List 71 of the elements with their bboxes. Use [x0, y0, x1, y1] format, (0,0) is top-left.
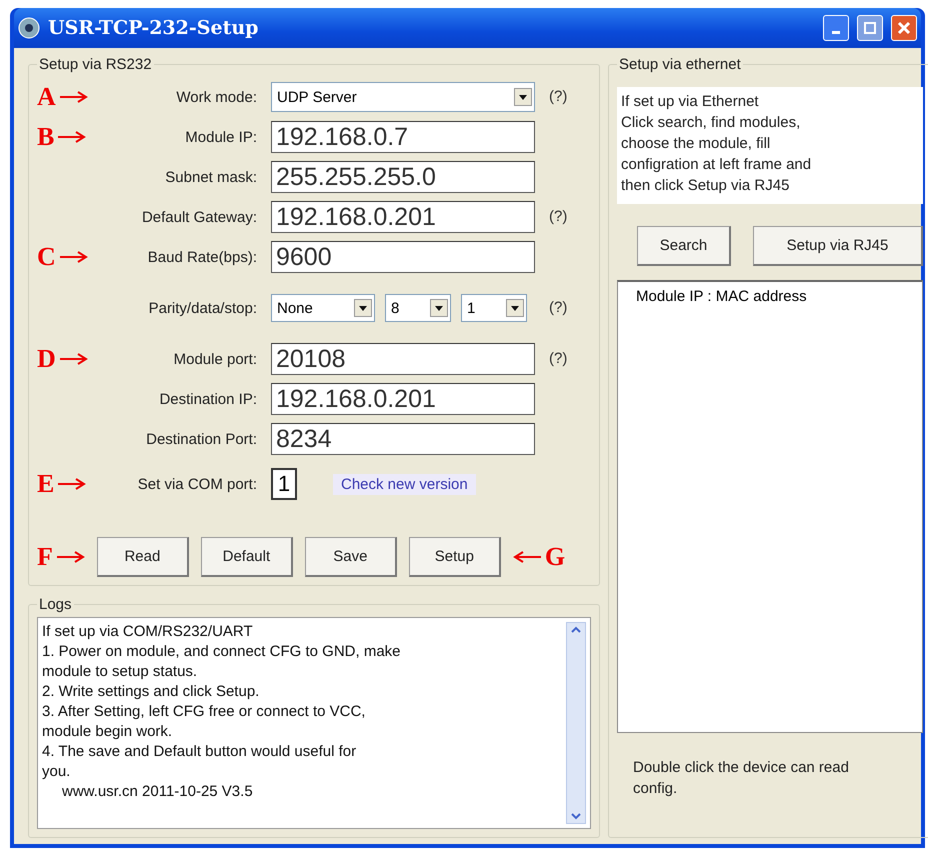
minimize-button[interactable] [823, 15, 849, 41]
field-label: Parity/data/stop: [148, 300, 257, 316]
action-button[interactable]: Setup [408, 537, 501, 577]
arrow-icon [56, 131, 86, 143]
minimize-icon [832, 30, 840, 34]
maximize-icon [864, 22, 876, 34]
group-title: Setup via ethernet [618, 56, 742, 73]
note-text: Double click the device can read config. [633, 758, 850, 799]
field-label: Baud Rate(bps): [148, 248, 257, 266]
input-field[interactable]: 9600 [271, 241, 535, 273]
input-field[interactable]: 255.255.255.0 [271, 161, 535, 193]
field-label: Module IP: [185, 128, 257, 146]
field-label: Default Gateway: [142, 208, 257, 226]
field-label: Destination Port: [146, 430, 257, 448]
field-label: Module port: [174, 350, 257, 368]
help-link[interactable]: (?) [549, 299, 568, 316]
log-line: 1. Power on module, and connect CFG to GND, make [42, 642, 402, 662]
work-mode-dropdown[interactable]: UDP Server [271, 82, 535, 112]
log-line: 3. After Setting, left CFG free or connect to VCC, [42, 702, 366, 722]
instructions-text: If set up via Ethernet Click search, find modules, choose the module, fill configration at left frame and then click Setup via RJ45 [617, 87, 923, 204]
arrow-icon [54, 551, 85, 563]
dropdown[interactable]: 1 [461, 294, 527, 322]
help-link[interactable]: (?) [549, 208, 568, 225]
log-line: module begin work. [42, 722, 174, 742]
group-title: Setup via RS232 [38, 56, 153, 73]
input-field[interactable]: 192.168.0.7 [271, 121, 535, 153]
input-field[interactable]: 8234 [271, 423, 535, 455]
list-header: Module IP : MAC address [636, 288, 807, 305]
action-button[interactable]: Read [96, 537, 189, 577]
close-icon [897, 21, 911, 35]
callout-letter: E [37, 469, 54, 499]
action-button[interactable]: Default [200, 537, 293, 577]
log-line: If set up via COM/RS232/UART [42, 622, 254, 642]
arrow-icon [58, 91, 88, 103]
log-line: 4. The save and Default button would useful for [42, 742, 358, 762]
action-button[interactable]: Search [637, 226, 731, 266]
scrollbar[interactable] [566, 622, 586, 824]
help-link[interactable]: (?) [549, 88, 568, 105]
callout-letter: D [37, 344, 56, 374]
log-line: you. [42, 762, 72, 782]
log-line: 2. Write settings and click Setup. [42, 682, 260, 702]
action-button[interactable]: Setup via RJ45 [753, 226, 923, 266]
input-field[interactable]: 192.168.0.201 [271, 383, 535, 415]
check-version-link[interactable]: Check new version [333, 474, 476, 494]
dropdown[interactable]: 8 [385, 294, 451, 322]
input-field[interactable]: 192.168.0.201 [271, 201, 535, 233]
callout-letter: F [37, 542, 53, 572]
help-link[interactable]: (?) [549, 350, 568, 367]
log-line: module to setup status. [42, 662, 198, 682]
input-field[interactable]: 20108 [271, 343, 535, 375]
log-line: www.usr.cn 2011-10-25 V3.5 [61, 782, 254, 802]
group-title: Logs [38, 596, 73, 613]
field-label: Work mode: [176, 88, 257, 106]
dropdown[interactable]: None [271, 294, 375, 322]
maximize-button[interactable] [857, 15, 883, 41]
callout-letter: C [37, 242, 56, 272]
field-label: Destination IP: [159, 390, 257, 408]
callout-letter: B [37, 122, 54, 152]
window-title: USR-TCP-232-Setup [48, 17, 260, 39]
callout-letter: G [544, 542, 566, 572]
arrow-icon [512, 551, 543, 563]
arrow-icon [58, 251, 88, 263]
callout-letter: A [37, 82, 56, 112]
com-port-field[interactable]: 1 [271, 468, 297, 500]
arrow-icon [58, 353, 88, 365]
arrow-icon [56, 478, 86, 490]
app-icon [18, 17, 40, 39]
action-button[interactable]: Save [304, 537, 397, 577]
field-label: Set via COM port: [138, 476, 257, 492]
field-label: Subnet mask: [165, 168, 257, 186]
close-button[interactable] [891, 15, 917, 41]
